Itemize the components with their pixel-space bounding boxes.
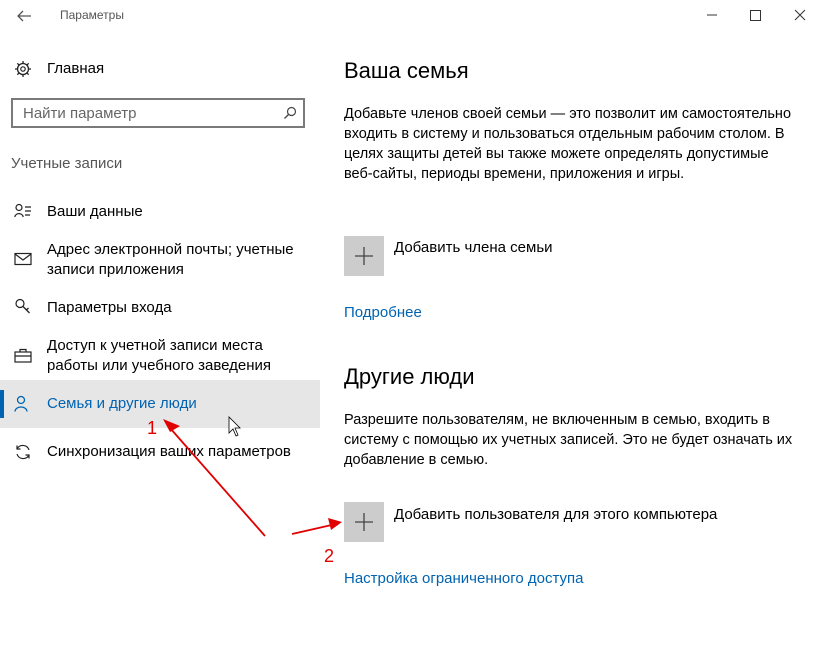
minimize-icon [707, 14, 717, 16]
briefcase-icon [14, 348, 32, 369]
assigned-access-link[interactable]: Настройка ограниченного доступа [344, 570, 584, 587]
sidebar-item-label: Параметры входа [47, 299, 172, 316]
home-label: Главная [47, 60, 105, 77]
sidebar-item-email-accounts[interactable]: Адрес электронной почты; учетные записи … [0, 238, 320, 282]
close-button[interactable] [788, 4, 812, 26]
home-nav-item[interactable]: Главная [12, 58, 312, 82]
title-bar: Параметры [0, 0, 824, 32]
sidebar: Главная Учетные записи Ваши данные [0, 32, 320, 661]
mail-icon [14, 252, 32, 271]
arrow-left-icon [17, 10, 31, 22]
sidebar-item-label: Синхронизация ваших параметров [47, 443, 291, 460]
annotation-mark-2: 2 [324, 546, 335, 566]
sidebar-item-label: Доступ к учетной записи места работы или… [47, 337, 272, 374]
family-section-title: Ваша семья [344, 58, 469, 83]
maximize-icon [750, 10, 761, 21]
person-add-icon [14, 395, 32, 418]
add-user-label[interactable]: Добавить пользователя для этого компьюте… [394, 506, 717, 523]
sidebar-item-sign-in[interactable]: Параметры входа [0, 296, 320, 320]
add-family-member-label[interactable]: Добавить члена семьи [394, 239, 553, 256]
back-button[interactable] [14, 6, 34, 26]
minimize-button[interactable] [700, 4, 724, 26]
person-card-icon [14, 203, 32, 224]
gear-icon [14, 60, 32, 83]
sidebar-item-label: Ваши данные [47, 203, 143, 220]
plus-icon [355, 513, 373, 531]
search-icon[interactable] [283, 106, 297, 125]
sidebar-item-sync[interactable]: Синхронизация ваших параметров [0, 440, 320, 464]
family-description: Добавьте членов своей семьи — это позвол… [344, 106, 792, 182]
active-indicator [0, 390, 4, 418]
close-icon [794, 9, 806, 21]
add-user-button[interactable] [344, 502, 384, 542]
search-box[interactable] [11, 98, 305, 128]
sidebar-item-work-access[interactable]: Доступ к учетной записи места работы или… [0, 334, 320, 378]
plus-icon [355, 247, 373, 265]
sync-icon [14, 443, 32, 466]
sidebar-item-your-info[interactable]: Ваши данные [0, 200, 320, 224]
add-family-member-button[interactable] [344, 236, 384, 276]
key-icon [14, 298, 32, 321]
maximize-button[interactable] [743, 4, 767, 26]
sidebar-item-family[interactable]: Семья и другие люди [0, 380, 320, 428]
other-people-section-title: Другие люди [344, 364, 475, 389]
search-input[interactable] [23, 104, 263, 122]
sidebar-item-label: Семья и другие люди [47, 395, 197, 412]
sidebar-item-label: Адрес электронной почты; учетные записи … [47, 241, 294, 278]
other-people-description: Разрешите пользователям, не включенным в… [344, 412, 793, 468]
window-title: Параметры [60, 8, 124, 22]
section-title: Учетные записи [11, 155, 123, 172]
learn-more-link[interactable]: Подробнее [344, 304, 422, 321]
